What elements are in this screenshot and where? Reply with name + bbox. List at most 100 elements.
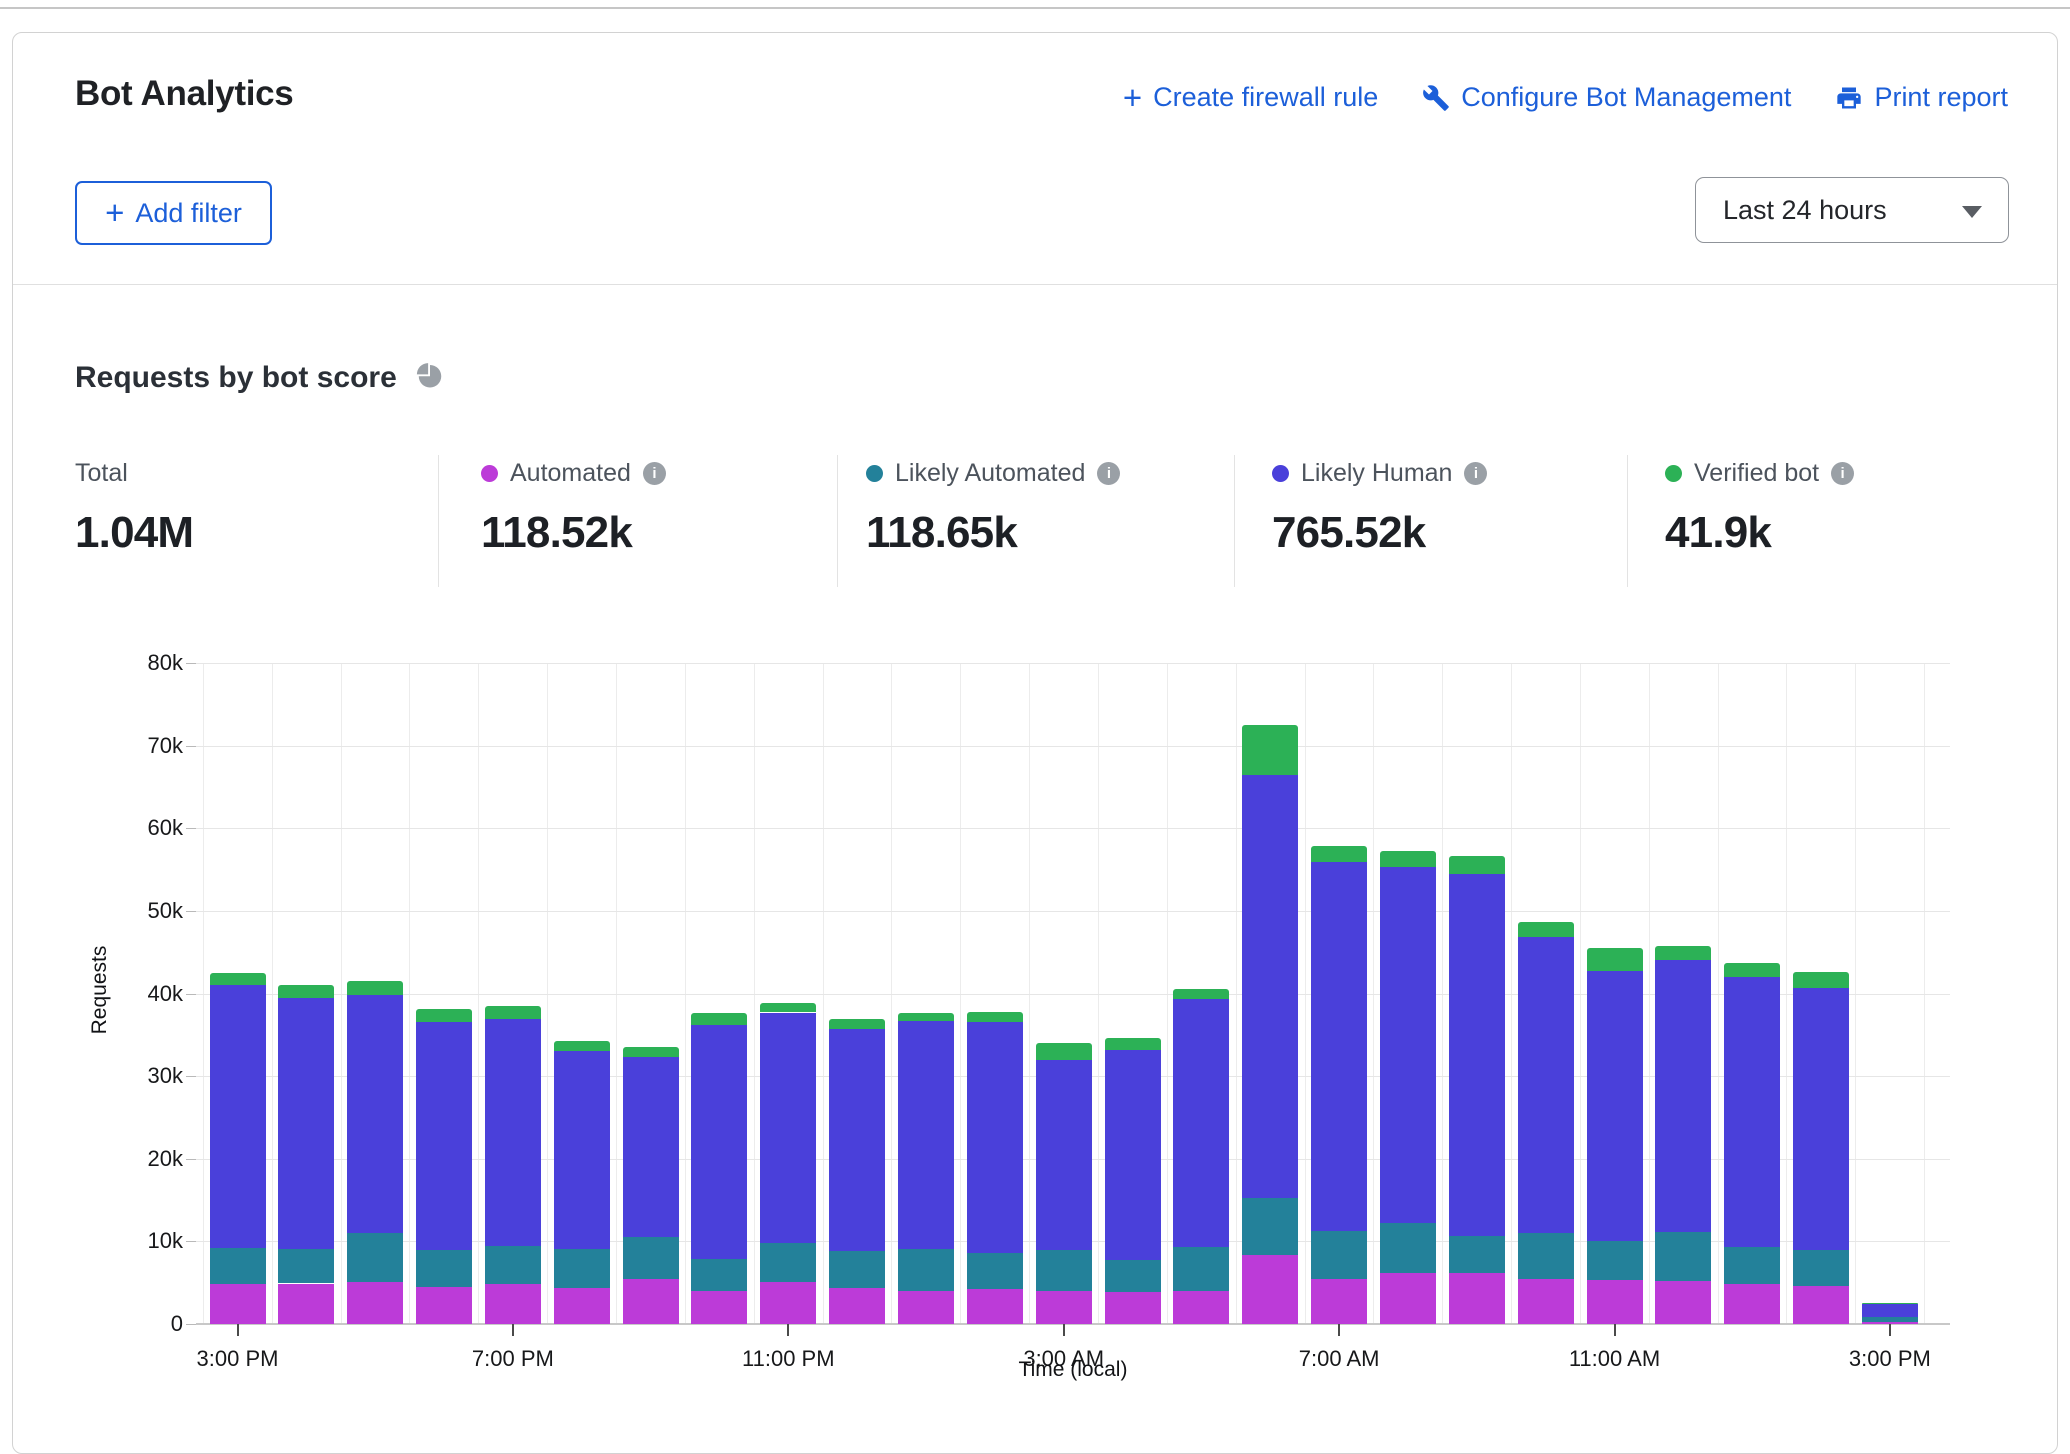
bar-segment-automated bbox=[1036, 1291, 1092, 1324]
bar-segment-automated bbox=[1173, 1291, 1229, 1324]
y-axis-tick bbox=[186, 828, 196, 829]
bar-segment-verified-bot bbox=[1793, 972, 1849, 988]
bar-segment-automated bbox=[210, 1284, 266, 1324]
bar-segment-verified-bot bbox=[278, 985, 334, 998]
x-axis-tick-label: 11:00 PM bbox=[678, 1346, 898, 1372]
y-axis-tick bbox=[186, 746, 196, 747]
bar-segment-verified-bot bbox=[210, 973, 266, 985]
bar-segment-likely-automated bbox=[1724, 1247, 1780, 1283]
bar-segment-likely-automated bbox=[829, 1251, 885, 1287]
bar-segment-likely-automated bbox=[1862, 1317, 1918, 1321]
y-axis-tick bbox=[186, 911, 196, 912]
bar-segment-automated bbox=[485, 1284, 541, 1324]
x-axis-tick bbox=[1063, 1324, 1065, 1336]
bar-segment-likely-human bbox=[210, 985, 266, 1248]
x-axis-tick-label: 7:00 AM bbox=[1229, 1346, 1449, 1372]
bar-segment-likely-human bbox=[347, 995, 403, 1233]
bar-segment-verified-bot bbox=[347, 981, 403, 995]
bar-segment-automated bbox=[416, 1287, 472, 1324]
bar-segment-automated bbox=[691, 1291, 747, 1324]
y-axis-tick bbox=[186, 994, 196, 995]
y-axis-tick bbox=[186, 1076, 196, 1077]
gridline-horizontal bbox=[196, 663, 1950, 664]
bar-segment-likely-automated bbox=[691, 1259, 747, 1291]
bar-segment-verified-bot bbox=[1036, 1043, 1092, 1060]
x-axis-tick bbox=[1889, 1324, 1891, 1336]
bar-segment-automated bbox=[1724, 1284, 1780, 1324]
bar-segment-automated bbox=[623, 1279, 679, 1324]
bar-segment-likely-human bbox=[1655, 960, 1711, 1233]
y-axis-tick bbox=[186, 1159, 196, 1160]
bar-segment-likely-automated bbox=[1311, 1231, 1367, 1279]
x-axis-tick bbox=[237, 1324, 239, 1336]
bar-segment-likely-human bbox=[278, 998, 334, 1248]
bar-segment-verified-bot bbox=[691, 1013, 747, 1025]
y-axis-tick-label: 50k bbox=[63, 898, 183, 924]
bar-segment-automated bbox=[1242, 1255, 1298, 1324]
bar-segment-likely-human bbox=[1724, 977, 1780, 1247]
bar-segment-likely-automated bbox=[623, 1237, 679, 1278]
y-axis-tick-label: 30k bbox=[63, 1063, 183, 1089]
bar-segment-likely-automated bbox=[416, 1250, 472, 1287]
bar-segment-verified-bot bbox=[1173, 989, 1229, 1000]
bar-segment-likely-human bbox=[1449, 874, 1505, 1236]
bar-segment-automated bbox=[1105, 1292, 1161, 1324]
y-axis-tick bbox=[186, 1241, 196, 1242]
bar-segment-likely-automated bbox=[1655, 1232, 1711, 1281]
bar-segment-verified-bot bbox=[967, 1012, 1023, 1022]
bar-segment-verified-bot bbox=[1242, 725, 1298, 775]
bar-segment-automated bbox=[554, 1288, 610, 1324]
bar-segment-likely-human bbox=[1518, 937, 1574, 1233]
bar-segment-likely-human bbox=[554, 1051, 610, 1248]
bar-segment-verified-bot bbox=[416, 1009, 472, 1021]
bar-segment-likely-human bbox=[623, 1057, 679, 1237]
bar-segment-automated bbox=[967, 1289, 1023, 1324]
bar-segment-likely-automated bbox=[1242, 1198, 1298, 1256]
bar-segment-automated bbox=[278, 1284, 334, 1324]
bar-segment-verified-bot bbox=[485, 1006, 541, 1019]
bar-segment-likely-human bbox=[967, 1022, 1023, 1253]
x-axis-tick-label: 3:00 PM bbox=[128, 1346, 348, 1372]
bar-segment-likely-automated bbox=[1380, 1223, 1436, 1273]
bar-segment-verified-bot bbox=[829, 1019, 885, 1029]
bar-segment-likely-human bbox=[1105, 1050, 1161, 1260]
bar-segment-likely-human bbox=[416, 1022, 472, 1250]
y-axis-tick-label: 10k bbox=[63, 1228, 183, 1254]
bar-segment-verified-bot bbox=[1724, 963, 1780, 977]
bar-segment-verified-bot bbox=[1380, 851, 1436, 868]
bar-segment-likely-human bbox=[485, 1019, 541, 1246]
bar-segment-likely-automated bbox=[1036, 1250, 1092, 1291]
bar-segment-likely-automated bbox=[1518, 1233, 1574, 1278]
bar-segment-likely-human bbox=[1242, 775, 1298, 1197]
bar-segment-likely-automated bbox=[1587, 1241, 1643, 1280]
x-axis-tick-label: 11:00 AM bbox=[1505, 1346, 1725, 1372]
bar-segment-verified-bot bbox=[1449, 856, 1505, 873]
bar-segment-automated bbox=[760, 1282, 816, 1324]
bar-segment-likely-automated bbox=[347, 1233, 403, 1282]
bar-segment-verified-bot bbox=[554, 1041, 610, 1052]
bar-segment-automated bbox=[1655, 1281, 1711, 1324]
y-axis-title: Requests bbox=[88, 930, 112, 1050]
bar-segment-verified-bot bbox=[1311, 846, 1367, 863]
bar-segment-verified-bot bbox=[623, 1047, 679, 1057]
bar-segment-automated bbox=[1311, 1279, 1367, 1324]
bar-segment-verified-bot bbox=[898, 1013, 954, 1021]
bar-segment-automated bbox=[1380, 1273, 1436, 1324]
y-axis-tick-label: 70k bbox=[63, 733, 183, 759]
bar-segment-automated bbox=[1793, 1286, 1849, 1324]
bar-segment-likely-automated bbox=[554, 1249, 610, 1289]
bar-segment-likely-automated bbox=[1173, 1247, 1229, 1291]
y-axis-tick-label: 80k bbox=[63, 650, 183, 676]
bar-segment-likely-automated bbox=[967, 1253, 1023, 1289]
x-axis-tick bbox=[512, 1324, 514, 1336]
bar-segment-likely-automated bbox=[278, 1249, 334, 1284]
bar-segment-automated bbox=[898, 1291, 954, 1324]
bar-segment-verified-bot bbox=[1655, 946, 1711, 959]
bar-segment-likely-automated bbox=[210, 1248, 266, 1284]
bar-segment-likely-automated bbox=[898, 1249, 954, 1291]
bar-segment-verified-bot bbox=[1587, 948, 1643, 971]
y-axis-tick-label: 60k bbox=[63, 815, 183, 841]
x-axis-tick bbox=[1614, 1324, 1616, 1336]
bar-segment-likely-human bbox=[1173, 999, 1229, 1247]
x-axis-title: Time (local) bbox=[923, 1358, 1223, 1382]
